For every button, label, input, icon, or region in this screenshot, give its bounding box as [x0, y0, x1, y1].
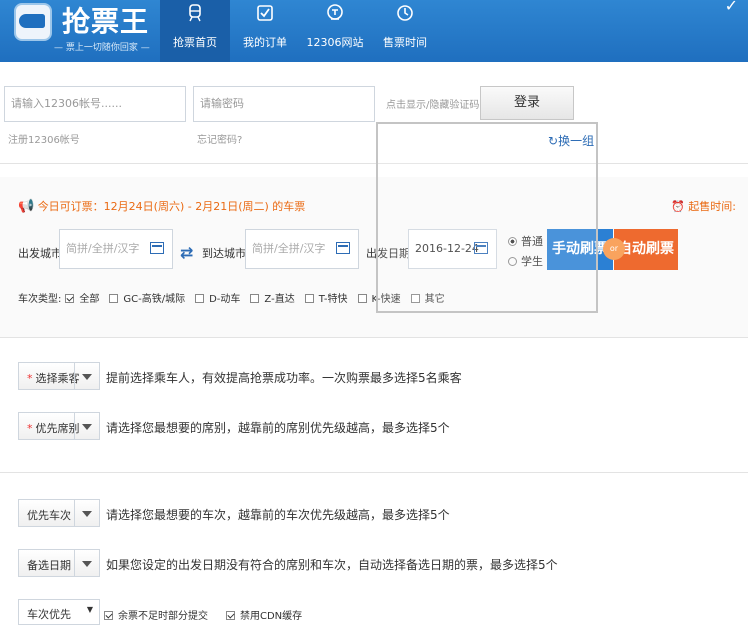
- to-city-input[interactable]: 简拼/全拼/汉字: [245, 229, 359, 269]
- app-title: 抢票王: [62, 5, 150, 38]
- date-select[interactable]: 备选日期: [18, 549, 100, 577]
- captcha-toggle-link[interactable]: 点击显示/隐藏验证码: [386, 96, 479, 111]
- priority-select-label: 车次优先: [27, 608, 71, 621]
- divider: [0, 472, 748, 473]
- divider: [0, 163, 748, 164]
- top-bar: 抢票王 — 票上一切随你回家 — 抢票首页 我的订单 12306网站 售票时间 …: [0, 0, 748, 62]
- main-nav: 抢票首页 我的订单 12306网站 售票时间: [160, 0, 440, 62]
- chevron-down-icon: [74, 500, 99, 526]
- refresh-captcha[interactable]: ↻换一组: [548, 132, 594, 149]
- train-select[interactable]: 优先车次: [18, 499, 100, 527]
- account-input[interactable]: 请输入12306帐号......: [4, 86, 186, 122]
- grid-icon[interactable]: [150, 242, 164, 254]
- chevron-down-icon: [74, 550, 99, 576]
- notice-text: 今日可订票：12月24日(周六) - 2月21日(周二) 的车票: [37, 200, 306, 213]
- checkbox[interactable]: [250, 294, 260, 303]
- train-desc: 请选择您最想要的车次，越靠前的车次优先级越高，最多选择5个: [106, 508, 450, 522]
- disable-cdn-label: 禁用CDN缓存: [240, 611, 303, 622]
- nav-label: 12306网站: [306, 36, 364, 49]
- start-time: ⏰ 起售时间:: [671, 198, 736, 214]
- priority-select[interactable]: 车次优先 ▼: [18, 599, 100, 625]
- passenger-select-label: 选择乘客: [35, 372, 80, 385]
- refresh-icon: ↻: [548, 134, 559, 148]
- divider: [0, 337, 748, 338]
- from-city-label: 出发城市: [18, 247, 62, 260]
- submit-options-row: 余票不足时部分提交 禁用CDN缓存: [104, 607, 302, 622]
- seat-select[interactable]: * 优先席别: [18, 412, 100, 440]
- nav-item-home[interactable]: 抢票首页: [160, 0, 230, 62]
- nav-label: 售票时间: [383, 36, 427, 49]
- swap-cities-icon[interactable]: ⇄: [180, 243, 193, 262]
- seat-select-label: 优先席别: [35, 422, 80, 435]
- to-city-placeholder: 简拼/全拼/汉字: [252, 242, 326, 255]
- train-icon: [189, 4, 201, 22]
- or-badge: or: [603, 238, 625, 260]
- checkbox[interactable]: [357, 294, 367, 303]
- ticket-notice: 📢 今日可订票：12月24日(周六) - 2月21日(周二) 的车票: [18, 198, 305, 214]
- alarm-icon: ⏰: [671, 200, 685, 213]
- app-slogan: — 票上一切随你回家 —: [54, 43, 150, 53]
- train-type-gc: GC-高铁/城际: [123, 294, 186, 305]
- partial-submit-label: 余票不足时部分提交: [118, 611, 208, 622]
- minimize-icon[interactable]: ✓: [725, 0, 738, 15]
- checkbox[interactable]: [65, 294, 75, 303]
- captcha-box[interactable]: [376, 122, 598, 313]
- checkbox[interactable]: [104, 611, 113, 620]
- seat-desc: 请选择您最想要的席别，越靠前的席别优先级越高，最多选择5个: [106, 421, 450, 435]
- forgot-password-link[interactable]: 忘记密码?: [197, 131, 242, 146]
- checkbox[interactable]: [304, 294, 314, 303]
- from-city-placeholder: 简拼/全拼/汉字: [66, 242, 140, 255]
- nav-item-sale-time[interactable]: 售票时间: [370, 0, 440, 62]
- date-select-label: 备选日期: [27, 559, 71, 572]
- start-time-label: 起售时间:: [688, 200, 736, 213]
- clock-icon: [397, 5, 413, 21]
- checkbox[interactable]: [195, 294, 205, 303]
- required-mark: *: [27, 422, 33, 435]
- chevron-down-icon: [74, 413, 99, 439]
- required-mark: *: [27, 372, 33, 385]
- megaphone-icon: 📢: [18, 199, 35, 214]
- nav-label: 抢票首页: [173, 36, 217, 49]
- grid-icon[interactable]: [336, 242, 350, 254]
- password-input[interactable]: 请输密码: [193, 86, 375, 122]
- train-type-all: 全部: [79, 294, 100, 305]
- logo-train-icon: [14, 3, 52, 41]
- from-city-input[interactable]: 简拼/全拼/汉字: [59, 229, 173, 269]
- register-link[interactable]: 注册12306帐号: [8, 131, 80, 146]
- train-type-t: T-特快: [318, 294, 348, 305]
- train-select-label: 优先车次: [27, 509, 71, 522]
- to-city-label: 到达城市: [202, 247, 246, 260]
- train-type-z: Z-直达: [264, 294, 295, 305]
- passenger-select[interactable]: * 选择乘客: [18, 362, 100, 390]
- passenger-desc: 提前选择乘车人，有效提高抢票成功率。一次购票最多选择5名乘客: [106, 371, 462, 385]
- checkbox[interactable]: [226, 611, 235, 620]
- login-button[interactable]: 登录: [480, 86, 574, 120]
- date-desc: 如果您设定的出发日期没有符合的席别和车次，自动选择备选日期的票，最多选择5个: [106, 558, 558, 572]
- order-check-icon: [257, 5, 273, 21]
- checkbox[interactable]: [109, 294, 119, 303]
- train-type-label: 车次类型:: [18, 294, 62, 305]
- chevron-down-icon: [74, 363, 99, 389]
- refresh-captcha-label: 换一组: [558, 134, 595, 148]
- dropdown-arrow-icon: ▼: [86, 605, 93, 614]
- nav-item-orders[interactable]: 我的订单: [230, 0, 300, 62]
- web-icon: [327, 4, 343, 20]
- train-type-d: D-动车: [209, 294, 241, 305]
- nav-label: 我的订单: [243, 36, 287, 49]
- nav-item-12306[interactable]: 12306网站: [300, 0, 370, 62]
